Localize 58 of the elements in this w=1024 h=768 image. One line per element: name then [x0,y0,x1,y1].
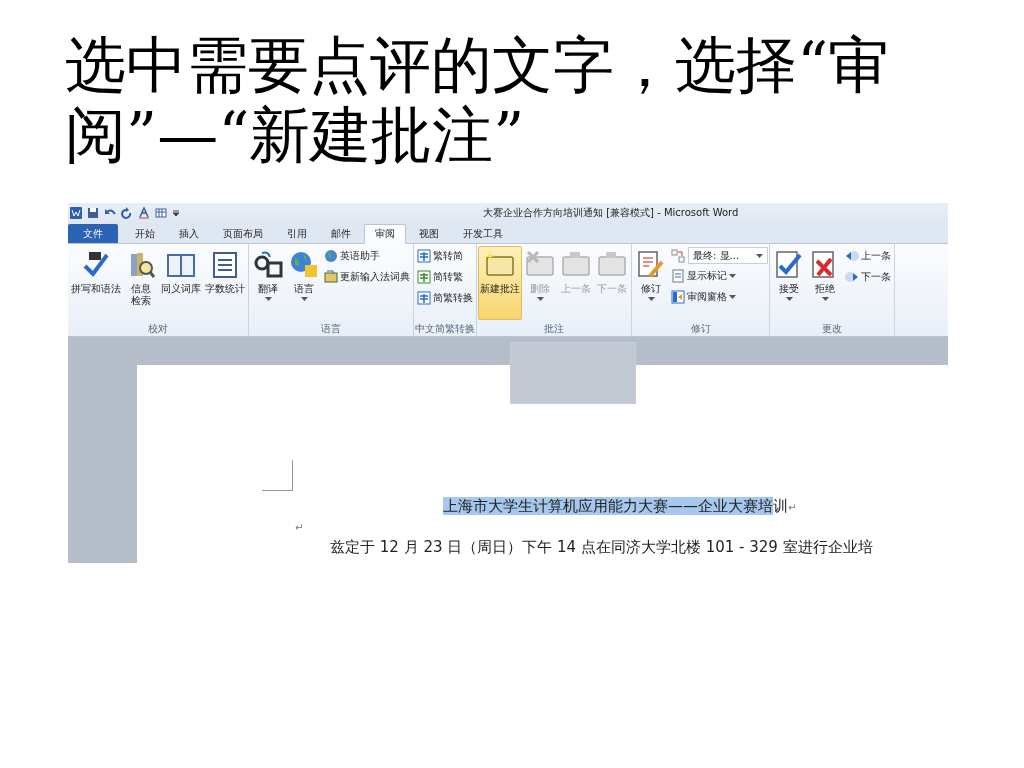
group-label: 更改 [821,322,843,336]
ribbon-button[interactable]: 信息检索 [123,246,159,320]
redo-icon [121,207,133,219]
ribbon-button[interactable]: 繁转简 [415,247,475,265]
arrow-left-icon [845,249,859,263]
ribbon-button[interactable]: 简繁转换 [415,289,475,307]
ribbon-tab[interactable]: 审阅 [364,224,406,244]
group-label: 语言 [320,322,342,336]
group-label: 修订 [689,322,712,336]
customize-icon [172,209,180,217]
ribbon-tab[interactable]: 开发工具 [452,224,514,243]
ribbon-tab[interactable]: 视图 [408,224,450,243]
translate-icon [252,249,284,281]
ribbon-tab[interactable]: 开始 [124,224,166,243]
ribbon-button[interactable]: 拼写和语法 [69,246,123,320]
arrow-right-icon [845,270,859,284]
table-icon [155,207,167,219]
ribbon-button[interactable]: 接受 [771,246,807,320]
markup-dropdown[interactable]: 最终: 显... [688,247,768,264]
margin-corner-mark [262,460,293,491]
ribbon-button[interactable]: 字数统计 [203,246,247,320]
word-logo-icon [70,207,82,219]
ribbon-button[interactable]: 上一条 [843,247,893,265]
document-heading: 上海市大学生计算机应用能力大赛——企业大赛培训↵ [443,496,798,517]
ribbon-button[interactable]: 显示标记 [669,267,768,285]
ribbon-button[interactable]: 同义词库 [159,246,203,320]
spelling-icon [138,207,150,219]
character-icon [417,249,431,263]
paragraph-mark: ↵ [295,522,305,534]
ribbon-button[interactable]: 翻译 [250,246,286,320]
slide-title: 选中需要点评的文字，选择“审阅”—“新建批注” [65,30,891,170]
character-icon [417,291,431,305]
ribbon-button[interactable]: 更新输入法词典 [322,268,412,286]
file-tab[interactable]: 文件 [68,224,118,243]
ribbon-button[interactable]: 新建批注 [478,246,522,320]
markup-icon [671,248,685,263]
ribbon-button[interactable]: 修订 [633,246,669,320]
ribbon-button[interactable]: 拒绝 [807,246,843,320]
ribbon-tab[interactable]: 引用 [276,224,318,243]
ribbon-tab[interactable]: 邮件 [320,224,362,243]
group-label: 校对 [147,322,169,336]
globe-icon [324,249,338,263]
ribbon-button[interactable]: 英语助手 [322,247,412,265]
pane-icon [671,290,685,304]
group-label: 批注 [543,322,565,336]
ribbon-button[interactable]: 审阅窗格 [669,288,768,306]
save-icon [87,207,99,219]
book-icon [324,270,338,284]
group-label: 中文简繁转换 [415,322,475,336]
character-icon [417,270,431,284]
ribbon-tab[interactable]: 页面布局 [212,224,274,243]
window-title: 大赛企业合作方向培训通知 [兼容模式] - Microsoft Word [483,206,739,220]
body-text: 兹定于 12 月 23 日（周日）下午 14 点在同济大学北楼 101 - 329 室进行企业培 [330,538,874,557]
ribbon-button[interactable]: 简转繁 [415,268,475,286]
ribbon-button[interactable]: 语言 [286,246,322,320]
document-icon [671,269,685,283]
ribbon-tab[interactable]: 插入 [168,224,210,243]
ribbon-button[interactable]: 下一条 [843,268,893,286]
